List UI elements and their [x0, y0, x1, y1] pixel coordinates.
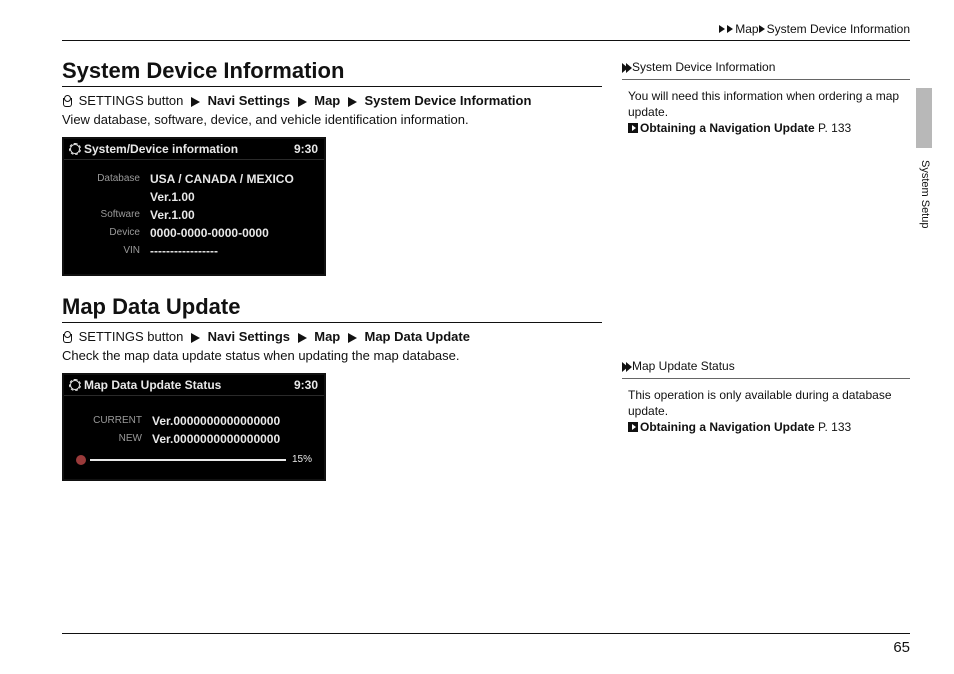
field-label: Device: [74, 226, 140, 240]
finger-icon: [62, 329, 72, 343]
section-description: Check the map data update status when up…: [62, 348, 602, 363]
edge-chapter-label: System Setup: [919, 160, 931, 228]
field-value: Ver.0000000000000000: [142, 432, 280, 446]
nav-path-item: System Device Information: [365, 93, 532, 108]
header-breadcrumb: Map System Device Information: [719, 22, 910, 36]
gear-icon: [70, 380, 80, 390]
map-update-screenshot: Map Data Update Status 9:30 CURRENTVer.0…: [62, 373, 326, 481]
progress-row: 15%: [76, 454, 312, 465]
xref-icon: [628, 123, 638, 133]
progress-bar: [90, 459, 286, 461]
double-arrow-icon: [622, 62, 630, 76]
nav-path-item: Navi Settings: [208, 329, 290, 344]
field-label: Software: [74, 208, 140, 222]
sidebar-note: Map Update Status This operation is only…: [622, 357, 910, 436]
horizontal-rule: [62, 40, 910, 41]
field-label: NEW: [76, 432, 142, 446]
cross-reference: Obtaining a Navigation Update: [640, 121, 815, 135]
sidebar-body: This operation is only available during …: [628, 387, 910, 419]
field-label: CURRENT: [76, 414, 142, 428]
device-info-screenshot: System/Device information 9:30 DatabaseU…: [62, 137, 326, 276]
double-arrow-icon: [622, 361, 630, 375]
field-value: Ver.0000000000000000: [142, 414, 280, 428]
field-value: Ver.1.00: [140, 208, 195, 222]
breadcrumb-item: System Device Information: [767, 22, 910, 36]
arrow-icon: [719, 25, 725, 33]
page-number: 65: [893, 639, 910, 656]
arrow-icon: [727, 25, 733, 33]
field-value: Ver.1.00: [140, 190, 195, 204]
sidebar-title: System Device Information: [632, 60, 775, 74]
arrow-icon: [759, 25, 765, 33]
main-column: System Device Information SETTINGS butto…: [62, 58, 602, 499]
sidebar-body: You will need this information when orde…: [628, 88, 910, 120]
sidebar-title: Map Update Status: [632, 359, 735, 373]
field-label: Database: [74, 172, 140, 186]
arrow-icon: [191, 97, 200, 107]
edge-tab: [916, 88, 932, 148]
finger-icon: [62, 93, 72, 107]
field-value: -----------------: [140, 244, 218, 258]
cross-reference-page: P. 133: [818, 121, 851, 135]
field-value: 0000-0000-0000-0000: [140, 226, 269, 240]
screenshot-title: Map Data Update Status: [84, 378, 221, 392]
screenshot-clock: 9:30: [294, 378, 318, 392]
section-description: View database, software, device, and veh…: [62, 112, 602, 127]
section-heading: System Device Information: [62, 58, 602, 87]
xref-icon: [628, 422, 638, 432]
nav-path-item: Map: [314, 329, 340, 344]
arrow-icon: [298, 333, 307, 343]
screenshot-clock: 9:30: [294, 142, 318, 156]
arrow-icon: [348, 333, 357, 343]
arrow-icon: [298, 97, 307, 107]
breadcrumb-item: Map: [735, 22, 758, 36]
progress-dot-icon: [76, 455, 86, 465]
cross-reference-page: P. 133: [818, 420, 851, 434]
sidebar-note: System Device Information You will need …: [622, 58, 910, 137]
progress-percent: 15%: [292, 454, 312, 465]
screenshot-title: System/Device information: [84, 142, 238, 156]
sidebar-column: System Device Information You will need …: [622, 58, 910, 445]
nav-path-item: Map: [314, 93, 340, 108]
nav-path-prefix: SETTINGS button: [79, 93, 184, 108]
field-label: VIN: [74, 244, 140, 258]
nav-path: SETTINGS button Navi Settings Map Map Da…: [62, 329, 602, 344]
arrow-icon: [191, 333, 200, 343]
nav-path-item: Navi Settings: [208, 93, 290, 108]
nav-path-item: Map Data Update: [365, 329, 470, 344]
nav-path-prefix: SETTINGS button: [79, 329, 184, 344]
gear-icon: [70, 144, 80, 154]
nav-path: SETTINGS button Navi Settings Map System…: [62, 93, 602, 108]
field-value: USA / CANADA / MEXICO: [140, 172, 294, 186]
arrow-icon: [348, 97, 357, 107]
horizontal-rule: [62, 633, 910, 634]
section-heading: Map Data Update: [62, 294, 602, 323]
field-label: [74, 190, 140, 204]
cross-reference: Obtaining a Navigation Update: [640, 420, 815, 434]
